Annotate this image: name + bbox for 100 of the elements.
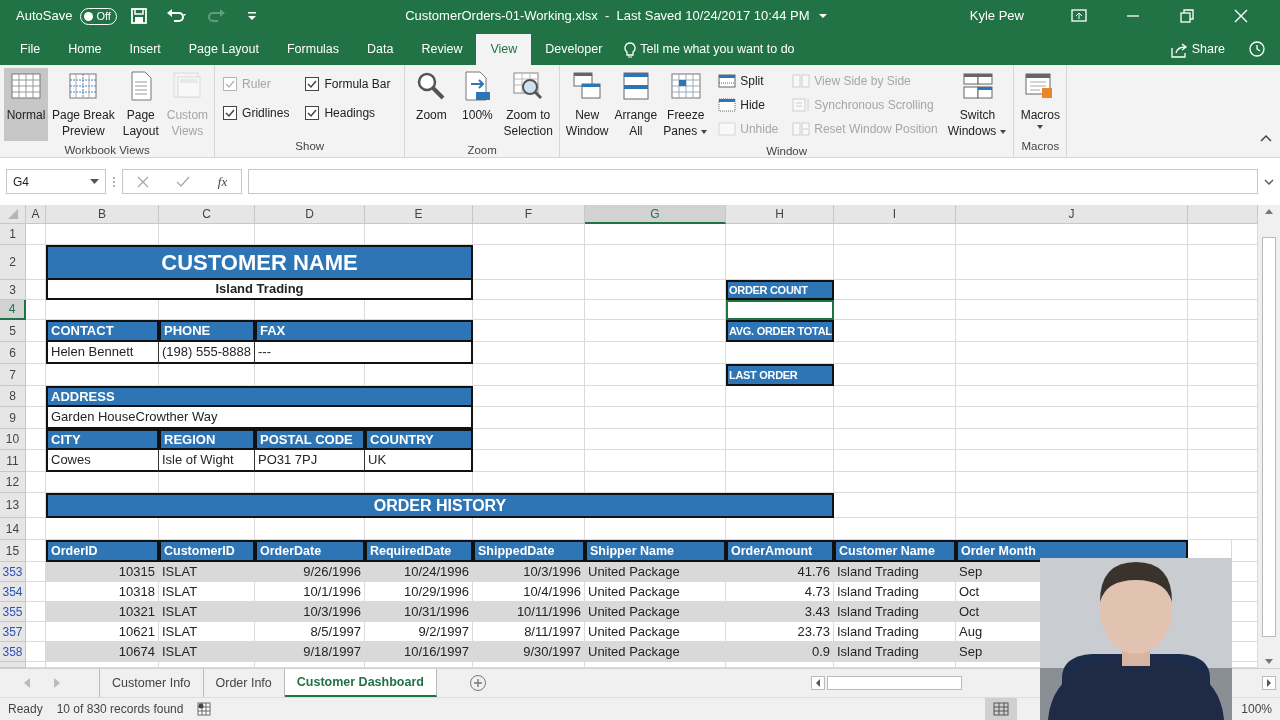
grid-cell[interactable] [956,364,1188,386]
grid-cell[interactable] [726,429,834,450]
grid-cell[interactable] [26,472,46,493]
grid-cell[interactable] [473,245,585,280]
grid-cell[interactable] [473,224,585,245]
grid-cell[interactable] [473,364,585,386]
grid-cell[interactable] [26,493,46,518]
scroll-left-icon[interactable] [811,676,825,690]
grid-cell[interactable] [473,320,585,342]
menu-tab[interactable]: Home [54,34,116,65]
scroll-thumb[interactable] [1262,236,1276,637]
grid-cell[interactable] [585,518,726,540]
menu-tab[interactable]: Data [353,34,408,65]
row-header[interactable]: 1 [0,224,26,245]
grid-cell[interactable] [255,472,365,493]
grid-cell[interactable] [585,407,726,429]
zoom-level[interactable]: 100% [1241,700,1272,718]
grid-cell[interactable] [26,364,46,386]
grid-cell[interactable] [726,472,834,493]
grid-cell[interactable] [956,518,1188,540]
grid-cell[interactable] [26,245,46,280]
grid-cell[interactable] [473,429,585,450]
grid-cell[interactable] [726,224,834,245]
ribbon-button[interactable]: Split [716,70,781,92]
grid-cell[interactable] [834,386,956,407]
row-header[interactable]: 2 [0,245,26,280]
grid-cell[interactable] [26,224,46,245]
ribbon-button[interactable]: Switch Windows [945,68,1010,142]
menu-tab[interactable]: Formulas [272,34,354,65]
scroll-up-icon[interactable] [1264,207,1274,215]
grid-cell[interactable] [834,320,956,342]
insert-function-button[interactable]: fx [217,171,228,192]
grid-cell[interactable] [255,364,365,386]
view-button[interactable] [985,698,1018,720]
grid-cell[interactable] [26,407,46,429]
grid-cell[interactable] [26,280,46,300]
column-header[interactable]: H [726,205,834,224]
expand-icon[interactable] [1264,177,1274,186]
grid-cell[interactable] [834,450,956,472]
grid-cell[interactable] [956,386,1188,407]
column-header[interactable]: G [585,205,726,224]
grid-cell[interactable] [365,472,473,493]
grid-cell[interactable] [26,540,46,562]
row-header[interactable]: 357 [0,622,26,642]
save-icon[interactable] [129,7,148,25]
row-header[interactable]: 354 [0,582,26,602]
cancel-icon[interactable] [136,175,149,188]
grid-cell[interactable] [26,320,46,342]
grid-cell[interactable] [956,407,1188,429]
select-all-icon[interactable] [7,209,18,219]
row-header[interactable]: 10 [0,429,26,450]
grid-cell[interactable] [365,518,473,540]
column-header[interactable]: J [956,205,1188,224]
grid-cell[interactable] [46,518,159,540]
grid-cell[interactable] [585,386,726,407]
grid-cell[interactable] [834,518,956,540]
menu-tab[interactable]: Developer [531,34,617,65]
grid-cell[interactable] [956,472,1188,493]
column-header[interactable]: F [473,205,585,224]
restore-icon[interactable] [1178,7,1196,25]
grid-cell[interactable] [26,450,46,472]
column-header[interactable]: I [834,205,956,224]
grid-cell[interactable] [956,224,1188,245]
caret-icon[interactable] [817,11,828,21]
grid-cell[interactable] [255,518,365,540]
grid-cell[interactable] [726,342,834,364]
row-header[interactable]: 14 [0,518,26,540]
grid-cell[interactable] [46,364,159,386]
user-name[interactable]: Kyle Pew [969,6,1024,26]
grid-cell[interactable] [26,386,46,407]
scroll-thumb[interactable] [827,676,962,690]
ribbon-button[interactable]: Normal [4,68,48,141]
share-button[interactable]: Share [1164,34,1230,65]
history-icon[interactable] [1248,40,1266,58]
menu-tab[interactable]: Page Layout [174,34,273,65]
checkbox[interactable]: Gridlines [223,99,296,126]
grid-cell[interactable] [834,342,956,364]
sheet-tab[interactable]: Customer Dashboard [284,669,437,697]
collapse-icon[interactable] [1260,133,1272,142]
grid-cell[interactable] [834,280,956,300]
grid-cell[interactable] [473,472,585,493]
selected-cell[interactable] [726,300,834,320]
column-header[interactable]: D [255,205,365,224]
grid-cell[interactable] [726,245,834,280]
checkbox[interactable]: Formula Bar [305,70,397,97]
grid-cell[interactable] [159,472,255,493]
row-header[interactable]: 7 [0,364,26,386]
checkbox[interactable]: Headings [305,99,397,126]
grid-cell[interactable] [473,342,585,364]
name-box[interactable]: G4 [6,169,106,194]
ribbon-display-icon[interactable] [1070,7,1088,25]
grid-cell[interactable] [473,386,585,407]
grid-cell[interactable] [365,300,473,320]
tell-me-field[interactable]: Tell me what you want to do [640,40,795,59]
row-header[interactable]: 358 [0,642,26,662]
grid-cell[interactable] [26,582,46,602]
grid-cell[interactable] [26,562,46,582]
ribbon-button[interactable]: Arrange All [612,68,660,142]
grid-cell[interactable] [956,300,1188,320]
column-header[interactable]: A [26,205,46,224]
